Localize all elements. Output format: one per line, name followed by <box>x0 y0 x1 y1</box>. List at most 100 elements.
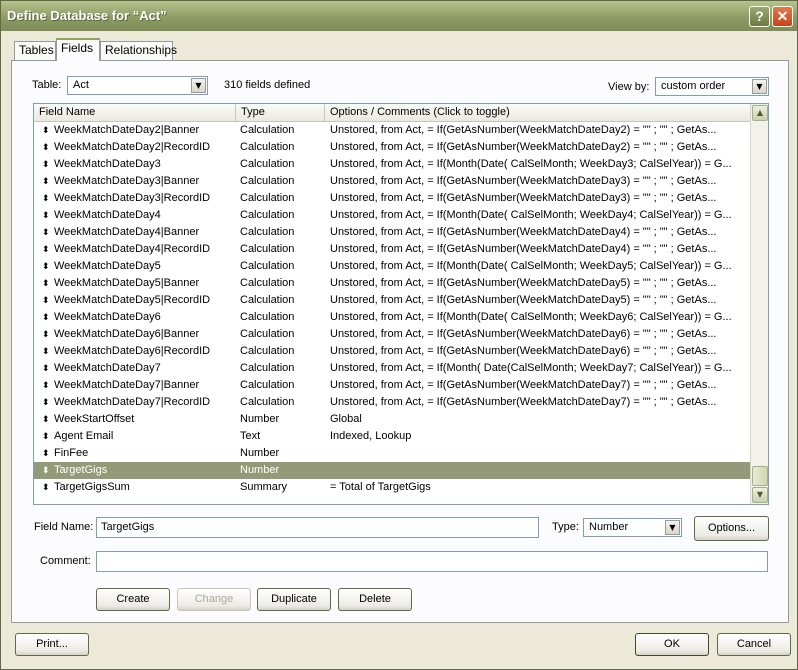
field-name-input[interactable]: TargetGigs <box>96 517 539 538</box>
field-type-cell: Calculation <box>240 158 295 170</box>
delete-button[interactable]: Delete <box>338 588 412 611</box>
field-type-cell: Calculation <box>240 277 295 289</box>
table-row[interactable]: ⬍ WeekMatchDateDay4|Banner Calculation Unst… <box>34 224 750 241</box>
updown-arrow-icon[interactable]: ⬍ <box>42 139 50 156</box>
chevron-down-icon[interactable]: ▼ <box>665 520 680 535</box>
duplicate-button[interactable]: Duplicate <box>257 588 331 611</box>
table-row[interactable]: ⬍ WeekMatchDateDay3|Banner Calculation Unst… <box>34 173 750 190</box>
updown-arrow-icon[interactable]: ⬍ <box>42 360 50 377</box>
cancel-button[interactable]: Cancel <box>717 633 791 656</box>
table-row[interactable]: ⬍ WeekMatchDateDay3|RecordID Calculation Un… <box>34 190 750 207</box>
field-name-cell: WeekMatchDateDay4|Banner <box>54 226 200 238</box>
field-type-cell: Calculation <box>240 124 295 136</box>
chevron-down-icon[interactable]: ▼ <box>191 78 206 93</box>
updown-arrow-icon[interactable]: ⬍ <box>42 224 50 241</box>
table-row[interactable]: ⬍ WeekMatchDateDay4 Calculation Unstored, f… <box>34 207 750 224</box>
updown-arrow-icon[interactable]: ⬍ <box>42 258 50 275</box>
fields-list[interactable]: Field Name Type Options / Comments (Clic… <box>33 103 769 505</box>
type-select-value: Number <box>589 521 629 533</box>
field-options-cell: Unstored, from Act, = If(Month( Date(Cal… <box>330 362 732 374</box>
scroll-up-icon[interactable]: ▲ <box>752 105 768 121</box>
table-select[interactable]: Act ▼ <box>67 76 208 95</box>
updown-arrow-icon[interactable]: ⬍ <box>42 173 50 190</box>
table-row[interactable]: ⬍ Agent Email Text Indexed, Lookup <box>34 428 750 445</box>
table-row[interactable]: ⬍ WeekMatchDateDay3 Calculation Unstored, f… <box>34 156 750 173</box>
updown-arrow-icon[interactable]: ⬍ <box>42 156 50 173</box>
field-options-cell: Unstored, from Act, = If(Month(Date( Cal… <box>330 260 732 272</box>
options-button[interactable]: Options... <box>694 516 769 541</box>
table-row[interactable]: ⬍ WeekMatchDateDay5|Banner Calculation Unst… <box>34 275 750 292</box>
type-select[interactable]: Number ▼ <box>583 518 682 537</box>
table-row[interactable]: ⬍ WeekMatchDateDay5|RecordID Calculation Un… <box>34 292 750 309</box>
updown-arrow-icon[interactable]: ⬍ <box>42 241 50 258</box>
field-name-cell: WeekMatchDateDay3 <box>54 158 161 170</box>
table-row[interactable]: ⬍ WeekStartOffset Number Global <box>34 411 750 428</box>
table-row[interactable]: ⬍ FinFee Number <box>34 445 750 462</box>
field-type-cell: Number <box>240 447 280 459</box>
column-header-options[interactable]: Options / Comments (Click to toggle) <box>325 104 750 121</box>
create-button[interactable]: Create <box>96 588 170 611</box>
updown-arrow-icon[interactable]: ⬍ <box>42 479 50 496</box>
comment-input[interactable] <box>96 551 768 572</box>
field-options-cell: Unstored, from Act, = If(GetAsNumber(Wee… <box>330 141 717 153</box>
tab-tables[interactable]: Tables <box>14 41 56 60</box>
table-row[interactable]: ⬍ WeekMatchDateDay6 Calculation Unstored, f… <box>34 309 750 326</box>
table-row[interactable]: ⬍ WeekMatchDateDay5 Calculation Unstored, f… <box>34 258 750 275</box>
field-type-cell: Calculation <box>240 345 295 357</box>
table-row[interactable]: ⬍ WeekMatchDateDay6|Banner Calculation Unst… <box>34 326 750 343</box>
field-name-cell: WeekMatchDateDay7 <box>54 362 161 374</box>
table-row[interactable]: ⬍ WeekMatchDateDay2|RecordID Calculation Un… <box>34 139 750 156</box>
field-type-cell: Calculation <box>240 209 295 221</box>
tab-relationships[interactable]: Relationships <box>100 41 177 60</box>
scroll-thumb[interactable] <box>752 466 768 486</box>
table-row[interactable]: ⬍ WeekMatchDateDay7|Banner Calculation Unst… <box>34 377 750 394</box>
print-button[interactable]: Print... <box>15 633 89 656</box>
updown-arrow-icon[interactable]: ⬍ <box>42 343 50 360</box>
chevron-down-icon[interactable]: ▼ <box>752 79 767 94</box>
view-by-select[interactable]: custom order ▼ <box>655 77 769 96</box>
updown-arrow-icon[interactable]: ⬍ <box>42 207 50 224</box>
close-icon[interactable]: ✕ <box>772 6 793 27</box>
scroll-down-icon[interactable]: ▼ <box>752 487 768 503</box>
table-row[interactable]: ⬍ TargetGigs Number <box>34 462 750 479</box>
comment-label: Comment: <box>40 555 91 567</box>
tab-fields[interactable]: Fields <box>56 38 100 61</box>
ok-button[interactable]: OK <box>635 633 709 656</box>
table-row[interactable]: ⬍ WeekMatchDateDay6|RecordID Calculation Un… <box>34 343 750 360</box>
updown-arrow-icon[interactable]: ⬍ <box>42 122 50 139</box>
table-row[interactable]: ⬍ WeekMatchDateDay7|RecordID Calculation Un… <box>34 394 750 411</box>
help-icon[interactable]: ? <box>749 6 770 27</box>
updown-arrow-icon[interactable]: ⬍ <box>42 411 50 428</box>
column-header-type[interactable]: Type <box>236 104 325 121</box>
table-row[interactable]: ⬍ WeekMatchDateDay4|RecordID Calculation Un… <box>34 241 750 258</box>
updown-arrow-icon[interactable]: ⬍ <box>42 394 50 411</box>
table-row[interactable]: ⬍ WeekMatchDateDay2|Banner Calculation Unst… <box>34 122 750 139</box>
title-bar[interactable]: Define Database for “Act” ? ✕ <box>1 1 797 31</box>
field-options-cell: Unstored, from Act, = If(GetAsNumber(Wee… <box>330 328 717 340</box>
field-name-label: Field Name: <box>34 521 94 533</box>
field-options-cell: Global <box>330 413 362 425</box>
updown-arrow-icon[interactable]: ⬍ <box>42 326 50 343</box>
updown-arrow-icon[interactable]: ⬍ <box>42 309 50 326</box>
updown-arrow-icon[interactable]: ⬍ <box>42 445 50 462</box>
field-type-cell: Calculation <box>240 141 295 153</box>
table-row[interactable]: ⬍ WeekMatchDateDay7 Calculation Unstored, f… <box>34 360 750 377</box>
vertical-scrollbar[interactable]: ▲ ▼ <box>750 104 768 504</box>
field-options-cell: Unstored, from Act, = If(GetAsNumber(Wee… <box>330 175 717 187</box>
field-name-cell: WeekMatchDateDay5|RecordID <box>54 294 211 306</box>
field-name-cell: Agent Email <box>54 430 114 442</box>
column-header-field-name[interactable]: Field Name <box>34 104 236 121</box>
updown-arrow-icon[interactable]: ⬍ <box>42 292 50 309</box>
field-name-cell: WeekMatchDateDay2|Banner <box>54 124 200 136</box>
updown-arrow-icon[interactable]: ⬍ <box>42 275 50 292</box>
field-name-cell: WeekMatchDateDay4|RecordID <box>54 243 211 255</box>
updown-arrow-icon[interactable]: ⬍ <box>42 428 50 445</box>
view-by-value: custom order <box>661 80 726 92</box>
updown-arrow-icon[interactable]: ⬍ <box>42 377 50 394</box>
table-row[interactable]: ⬍ TargetGigsSum Summary = Total of TargetGi… <box>34 479 750 496</box>
updown-arrow-icon[interactable]: ⬍ <box>42 190 50 207</box>
updown-arrow-icon[interactable]: ⬍ <box>42 462 50 479</box>
change-button[interactable]: Change <box>177 588 251 611</box>
list-header: Field Name Type Options / Comments (Clic… <box>34 104 750 122</box>
field-options-cell: Unstored, from Act, = If(GetAsNumber(Wee… <box>330 192 717 204</box>
